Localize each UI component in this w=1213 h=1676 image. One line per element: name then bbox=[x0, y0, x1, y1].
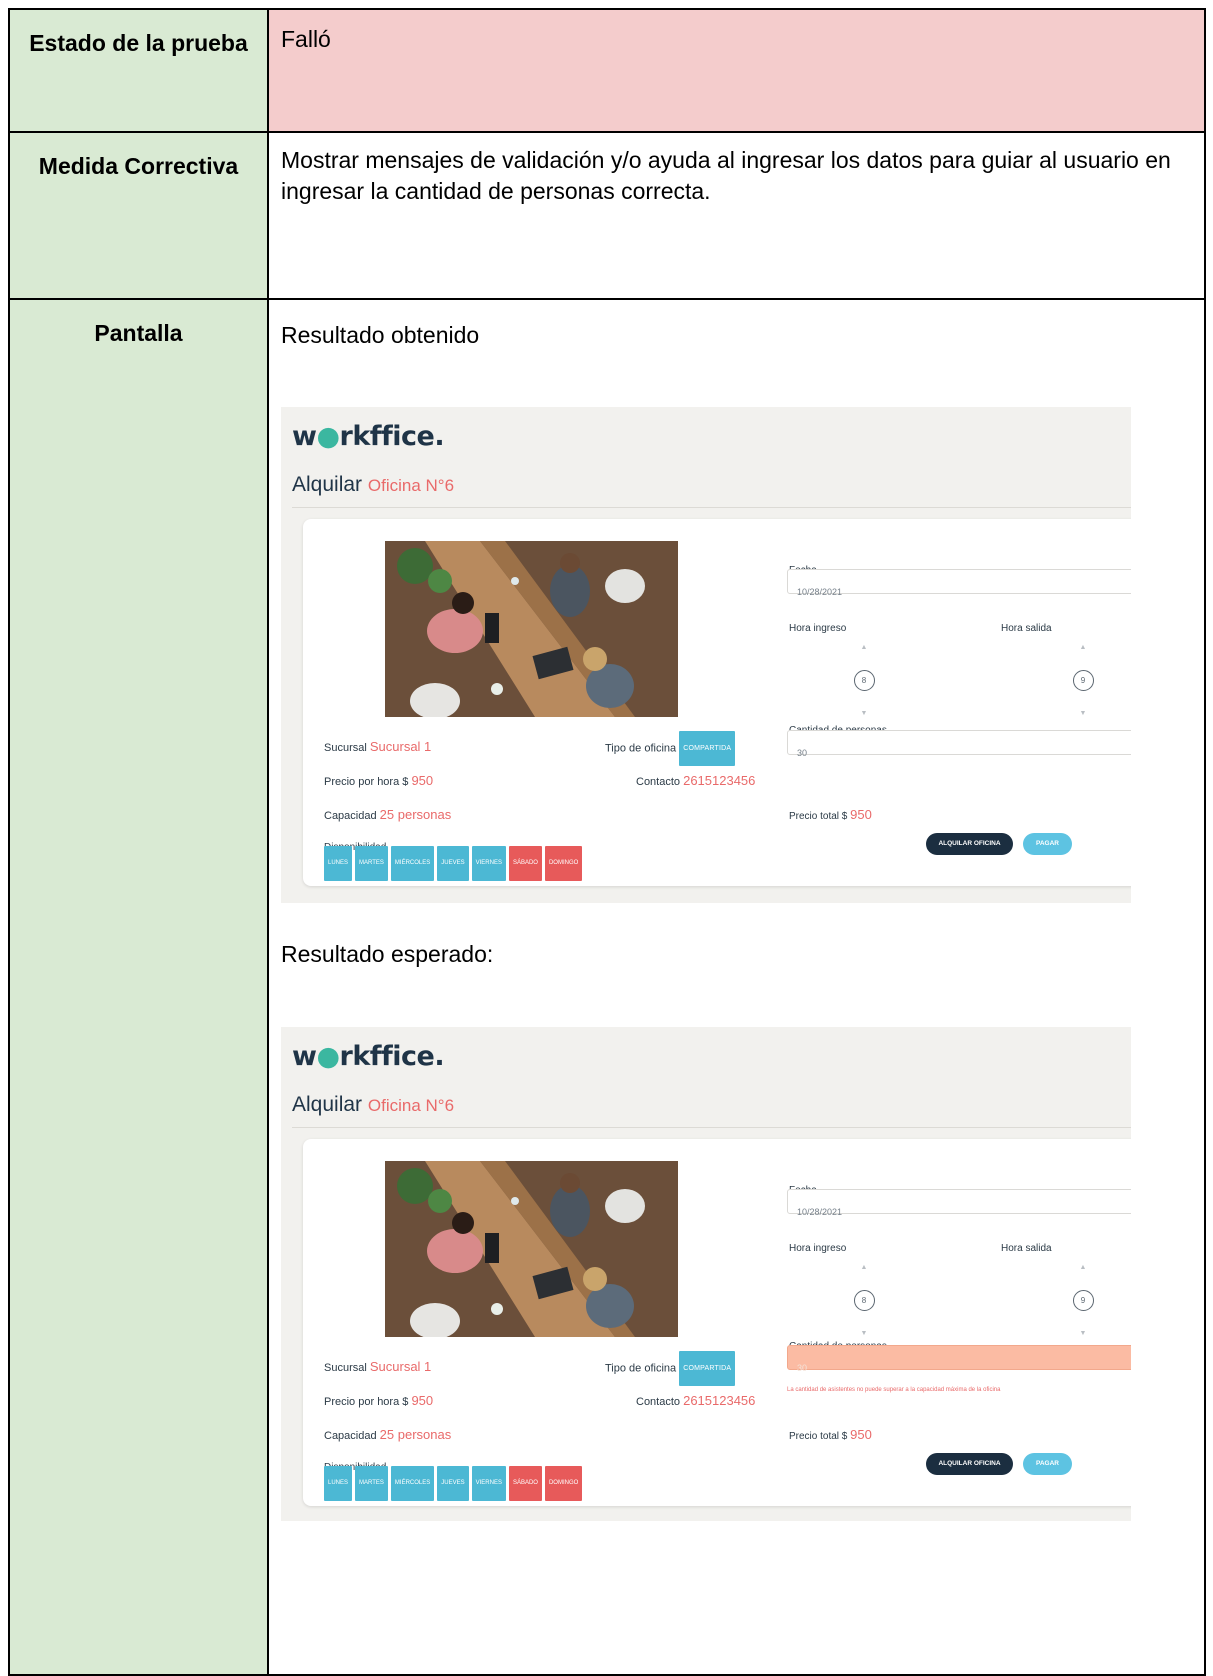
day-tag: SÁBADO bbox=[508, 1466, 542, 1501]
days-list: LUNES MARTES MIÉRCOLES JUEVES VIERNES SÁ… bbox=[324, 846, 583, 881]
page-title: Alquilar Oficina N°6 bbox=[292, 473, 455, 496]
pagar-button[interactable]: PAGAR bbox=[1023, 833, 1072, 855]
test-report-table: Estado de la prueba Falló Medida Correct… bbox=[8, 8, 1206, 1676]
medida-value: Mostrar mensajes de validación y/o ayuda… bbox=[267, 131, 1206, 300]
workffice-logo: w●rkffice. bbox=[292, 1041, 445, 1072]
hora-salida-label: Hora salida bbox=[1001, 623, 1052, 634]
sucursal-info: Sucursal Sucursal 1 bbox=[324, 1359, 432, 1374]
pagar-button[interactable]: PAGAR bbox=[1023, 1453, 1072, 1475]
precio-info: Precio por hora $ 950 bbox=[324, 1393, 434, 1408]
workffice-logo: w●rkffice. bbox=[292, 421, 445, 452]
obtained-screenshot: w●rkffice. Alquilar Oficina N°6 Sucursal… bbox=[281, 407, 1131, 903]
pantalla-label: Pantalla bbox=[8, 298, 269, 1676]
chevron-down-icon[interactable]: ▼ bbox=[1080, 710, 1087, 717]
chevron-up-icon[interactable]: ▲ bbox=[1080, 1264, 1087, 1271]
capacidad-info: Capacidad 25 personas bbox=[324, 807, 452, 822]
tipo-info: Tipo de oficina COMPARTIDA bbox=[605, 731, 736, 766]
expected-screenshot: w●rkffice. Alquilar Oficina N°6 Sucursal… bbox=[281, 1027, 1131, 1521]
personas-input[interactable]: 30 bbox=[787, 730, 1131, 758]
alquilar-oficina-button[interactable]: ALQUILAR OFICINA bbox=[926, 1453, 1013, 1475]
day-tag: JUEVES bbox=[437, 1466, 469, 1501]
day-tag: MIÉRCOLES bbox=[390, 1466, 435, 1501]
fecha-input[interactable]: 10/28/2021 bbox=[787, 569, 1131, 597]
validation-error-message: La cantidad de asistentes no puede super… bbox=[787, 1387, 1001, 1393]
tipo-info: Tipo de oficina COMPARTIDA bbox=[605, 1351, 736, 1386]
day-tag: MARTES bbox=[355, 1466, 388, 1501]
days-list: LUNES MARTES MIÉRCOLES JUEVES VIERNES SÁ… bbox=[324, 1466, 583, 1501]
office-card: Sucursal Sucursal 1 Tipo de oficina COMP… bbox=[303, 1139, 1131, 1506]
row-medida: Medida Correctiva Mostrar mensajes de va… bbox=[8, 131, 1206, 300]
day-tag: LUNES bbox=[324, 1466, 353, 1501]
day-tag: VIERNES bbox=[471, 846, 506, 881]
chevron-down-icon[interactable]: ▼ bbox=[1080, 1330, 1087, 1337]
row-pantalla: Pantalla Resultado obtenido w●rkffice. A… bbox=[8, 298, 1206, 1676]
day-tag: JUEVES bbox=[437, 846, 469, 881]
contacto-info: Contacto 2615123456 bbox=[636, 1393, 756, 1408]
estado-label: Estado de la prueba bbox=[8, 8, 269, 133]
office-photo bbox=[385, 1161, 678, 1337]
page-title: Alquilar Oficina N°6 bbox=[292, 1093, 455, 1116]
divider bbox=[292, 507, 1131, 508]
hora-salida-stepper[interactable]: ▲ 9 ▼ bbox=[1072, 632, 1094, 729]
chevron-up-icon[interactable]: ▲ bbox=[861, 644, 868, 651]
sucursal-info: Sucursal Sucursal 1 bbox=[324, 739, 432, 754]
day-tag: VIERNES bbox=[471, 1466, 506, 1501]
expected-heading: Resultado esperado: bbox=[281, 941, 494, 967]
hora-ingreso-label: Hora ingreso bbox=[789, 623, 847, 634]
office-photo bbox=[385, 541, 678, 717]
hora-ingreso-label: Hora ingreso bbox=[789, 1243, 847, 1254]
precio-info: Precio por hora $ 950 bbox=[324, 773, 434, 788]
obtained-heading: Resultado obtenido bbox=[281, 322, 480, 348]
day-tag: MARTES bbox=[355, 846, 388, 881]
day-tag: MIÉRCOLES bbox=[390, 846, 435, 881]
day-tag: DOMINGO bbox=[544, 1466, 583, 1501]
chevron-up-icon[interactable]: ▲ bbox=[861, 1264, 868, 1271]
capacidad-info: Capacidad 25 personas bbox=[324, 1427, 452, 1442]
day-tag: DOMINGO bbox=[544, 846, 583, 881]
divider bbox=[292, 1127, 1131, 1128]
medida-label: Medida Correctiva bbox=[8, 131, 269, 300]
contacto-info: Contacto 2615123456 bbox=[636, 773, 756, 788]
hora-salida-label: Hora salida bbox=[1001, 1243, 1052, 1254]
fecha-input[interactable]: 10/28/2021 bbox=[787, 1189, 1131, 1217]
day-tag: SÁBADO bbox=[508, 846, 542, 881]
row-estado: Estado de la prueba Falló bbox=[8, 8, 1206, 133]
day-tag: LUNES bbox=[324, 846, 353, 881]
personas-input-error[interactable]: 30 bbox=[787, 1345, 1131, 1373]
precio-total: Precio total $ 950 bbox=[789, 807, 872, 822]
estado-value: Falló bbox=[267, 8, 1206, 133]
precio-total: Precio total $ 950 bbox=[789, 1427, 872, 1442]
office-card: Sucursal Sucursal 1 Tipo de oficina COMP… bbox=[303, 519, 1131, 886]
chevron-up-icon[interactable]: ▲ bbox=[1080, 644, 1087, 651]
alquilar-oficina-button[interactable]: ALQUILAR OFICINA bbox=[926, 833, 1013, 855]
pantalla-content: Resultado obtenido w●rkffice. Alquilar O… bbox=[267, 298, 1206, 1676]
hora-salida-stepper[interactable]: ▲ 9 ▼ bbox=[1072, 1252, 1094, 1349]
